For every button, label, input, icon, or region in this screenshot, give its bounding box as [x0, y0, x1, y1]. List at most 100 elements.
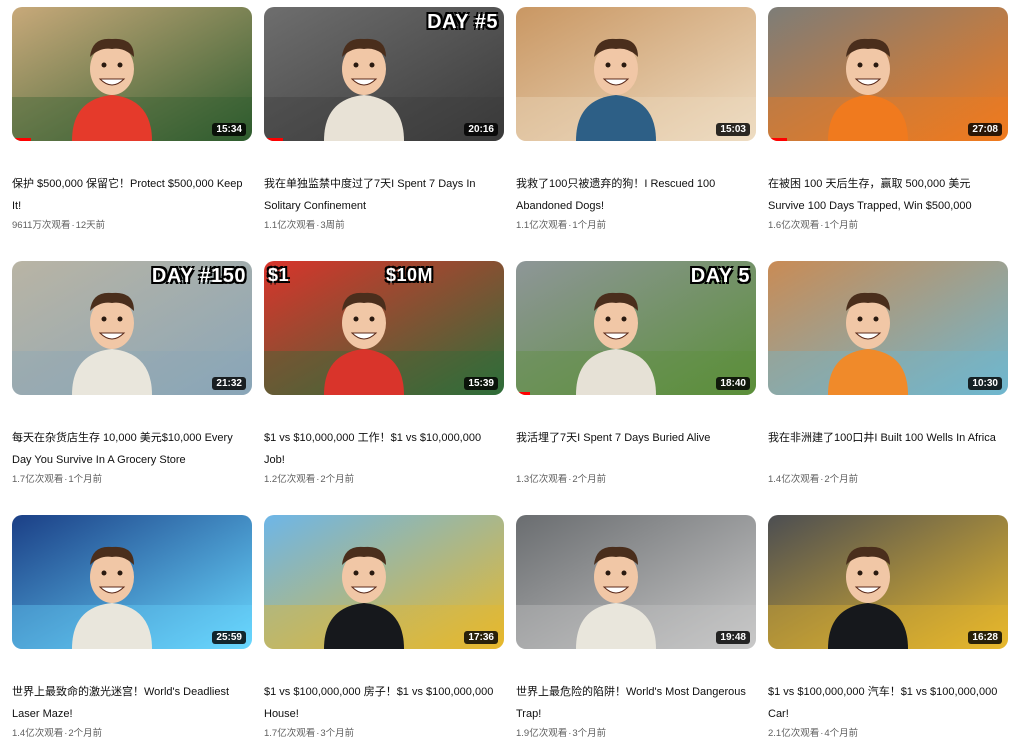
- video-meta: 1.4亿次观看·2个月前: [12, 727, 252, 741]
- video-card[interactable]: 17:36 $1 vs $100,000,000 房子！$1 vs $100,0…: [264, 515, 504, 741]
- thumbnail-image: [516, 7, 756, 141]
- video-thumbnail[interactable]: 19:48: [516, 515, 756, 649]
- thumbnail-overlay-text: $10M: [386, 265, 434, 285]
- upload-age: 1个月前: [572, 220, 607, 231]
- thumbnail-overlay-text: DAY 5: [690, 265, 750, 287]
- duration-badge: 16:28: [968, 631, 1002, 644]
- video-card[interactable]: DAY 5 18:40 我活埋了7天I Spent 7 Days Buried …: [516, 261, 756, 487]
- meta-separator: ·: [820, 728, 824, 739]
- thumbnail-image: [12, 7, 252, 141]
- video-title[interactable]: 世界上最危险的陷阱！World's Most Dangerous Trap!: [516, 681, 751, 725]
- upload-age: 1个月前: [824, 220, 859, 231]
- video-meta: 2.1亿次观看·4个月前: [768, 727, 1008, 741]
- video-title[interactable]: 我活埋了7天I Spent 7 Days Buried Alive: [516, 427, 751, 471]
- video-thumbnail[interactable]: $1 $10M 15:39: [264, 261, 504, 395]
- video-thumbnail[interactable]: 15:03: [516, 7, 756, 141]
- meta-separator: ·: [64, 728, 68, 739]
- thumbnail-overlay-text: DAY #5: [427, 11, 498, 33]
- meta-separator: ·: [71, 220, 75, 231]
- video-thumbnail[interactable]: DAY 5 18:40: [516, 261, 756, 395]
- thumbnail-image: [768, 515, 1008, 649]
- video-card[interactable]: 15:03 我救了100只被遗弃的狗！I Rescued 100 Abandon…: [516, 7, 756, 233]
- video-thumbnail[interactable]: DAY #5 20:16: [264, 7, 504, 141]
- video-thumbnail[interactable]: 16:28: [768, 515, 1008, 649]
- view-count: 1.2亿次观看: [264, 474, 316, 485]
- thumbnail-image: [768, 7, 1008, 141]
- video-meta: 1.4亿次观看·2个月前: [768, 473, 1008, 487]
- view-count: 2.1亿次观看: [768, 728, 820, 739]
- view-count: 1.9亿次观看: [516, 728, 568, 739]
- duration-badge: 10:30: [968, 377, 1002, 390]
- video-title[interactable]: $1 vs $100,000,000 汽车！$1 vs $100,000,000…: [768, 681, 1003, 725]
- upload-age: 1个月前: [68, 474, 103, 485]
- video-card[interactable]: 25:59 世界上最致命的激光迷宫！World's Deadliest Lase…: [12, 515, 252, 741]
- video-card[interactable]: DAY #5 20:16 我在单独监禁中度过了7天I Spent 7 Days …: [264, 7, 504, 233]
- watch-progress-bar: [516, 392, 531, 395]
- thumbnail-image: [264, 261, 504, 395]
- video-meta: 1.6亿次观看·1个月前: [768, 219, 1008, 233]
- watch-progress-bar: [768, 138, 788, 141]
- video-meta: 1.7亿次观看·3个月前: [264, 727, 504, 741]
- duration-badge: 27:08: [968, 123, 1002, 136]
- video-thumbnail[interactable]: 27:08: [768, 7, 1008, 141]
- meta-separator: ·: [316, 728, 320, 739]
- duration-badge: 17:36: [464, 631, 498, 644]
- video-thumbnail[interactable]: 15:34: [12, 7, 252, 141]
- view-count: 1.3亿次观看: [516, 474, 568, 485]
- video-title[interactable]: 我在非洲建了100口井I Built 100 Wells In Africa: [768, 427, 1003, 471]
- meta-separator: ·: [820, 220, 824, 231]
- view-count: 1.4亿次观看: [12, 728, 64, 739]
- duration-badge: 15:39: [464, 377, 498, 390]
- video-title[interactable]: 我在单独监禁中度过了7天I Spent 7 Days In Solitary C…: [264, 173, 499, 217]
- view-count: 1.6亿次观看: [768, 220, 820, 231]
- video-title[interactable]: 世界上最致命的激光迷宫！World's Deadliest Laser Maze…: [12, 681, 247, 725]
- view-count: 1.4亿次观看: [768, 474, 820, 485]
- video-meta: 1.1亿次观看·1个月前: [516, 219, 756, 233]
- upload-age: 2个月前: [320, 474, 355, 485]
- thumbnail-overlay-text: DAY #150: [151, 265, 246, 287]
- meta-separator: ·: [316, 220, 320, 231]
- watch-progress-bar: [12, 138, 32, 141]
- video-card[interactable]: 15:34 保护 $500,000 保留它！Protect $500,000 K…: [12, 7, 252, 233]
- video-card[interactable]: DAY #150 21:32 每天在杂货店生存 10,000 美元$10,000…: [12, 261, 252, 487]
- duration-badge: 20:16: [464, 123, 498, 136]
- video-title[interactable]: 我救了100只被遗弃的狗！I Rescued 100 Abandoned Dog…: [516, 173, 751, 217]
- duration-badge: 18:40: [716, 377, 750, 390]
- upload-age: 3个月前: [320, 728, 355, 739]
- video-thumbnail[interactable]: 25:59: [12, 515, 252, 649]
- video-meta: 1.3亿次观看·2个月前: [516, 473, 756, 487]
- thumbnail-image: [264, 515, 504, 649]
- meta-separator: ·: [568, 728, 572, 739]
- upload-age: 2个月前: [68, 728, 103, 739]
- video-card[interactable]: 16:28 $1 vs $100,000,000 汽车！$1 vs $100,0…: [768, 515, 1008, 741]
- video-thumbnail[interactable]: 10:30: [768, 261, 1008, 395]
- video-card[interactable]: 27:08 在被困 100 天后生存，赢取 500,000 美元 Survive…: [768, 7, 1008, 233]
- meta-separator: ·: [64, 474, 68, 485]
- upload-age: 12天前: [75, 220, 106, 231]
- meta-separator: ·: [820, 474, 824, 485]
- view-count: 1.1亿次观看: [264, 220, 316, 231]
- video-meta: 1.2亿次观看·2个月前: [264, 473, 504, 487]
- upload-age: 2个月前: [824, 474, 859, 485]
- video-card[interactable]: 19:48 世界上最危险的陷阱！World's Most Dangerous T…: [516, 515, 756, 741]
- thumbnail-image: [768, 261, 1008, 395]
- video-card[interactable]: $1 $10M 15:39 $1 vs $10,000,000 工作！$1 vs…: [264, 261, 504, 487]
- meta-separator: ·: [568, 220, 572, 231]
- video-thumbnail[interactable]: 17:36: [264, 515, 504, 649]
- thumbnail-image: [12, 515, 252, 649]
- view-count: 1.1亿次观看: [516, 220, 568, 231]
- duration-badge: 15:03: [716, 123, 750, 136]
- video-title[interactable]: $1 vs $100,000,000 房子！$1 vs $100,000,000…: [264, 681, 499, 725]
- video-title[interactable]: $1 vs $10,000,000 工作！$1 vs $10,000,000 J…: [264, 427, 499, 471]
- duration-badge: 21:32: [212, 377, 246, 390]
- video-title[interactable]: 保护 $500,000 保留它！Protect $500,000 Keep It…: [12, 173, 247, 217]
- meta-separator: ·: [568, 474, 572, 485]
- duration-badge: 25:59: [212, 631, 246, 644]
- upload-age: 2个月前: [572, 474, 607, 485]
- video-card[interactable]: 10:30 我在非洲建了100口井I Built 100 Wells In Af…: [768, 261, 1008, 487]
- video-title[interactable]: 每天在杂货店生存 10,000 美元$10,000 Every Day You …: [12, 427, 247, 471]
- video-thumbnail[interactable]: DAY #150 21:32: [12, 261, 252, 395]
- video-title[interactable]: 在被困 100 天后生存，赢取 500,000 美元 Survive 100 D…: [768, 173, 1003, 217]
- watch-progress-bar: [264, 138, 284, 141]
- meta-separator: ·: [316, 474, 320, 485]
